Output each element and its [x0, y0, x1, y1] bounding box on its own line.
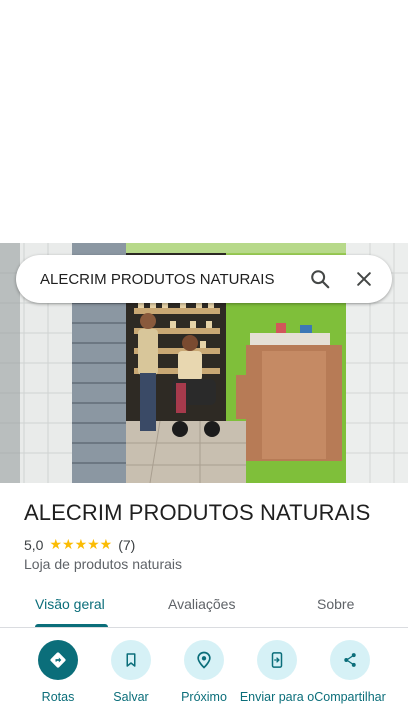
save-button[interactable]: Salvar — [93, 640, 169, 704]
save-label: Salvar — [113, 690, 149, 704]
tab-overview[interactable]: Visão geral — [35, 596, 105, 612]
rating-row[interactable]: 5,0 ★★★★★ (7) — [24, 536, 135, 553]
share-icon — [344, 653, 356, 667]
directions-label: Rotas — [41, 690, 75, 704]
search-icon — [311, 270, 330, 289]
search-bar[interactable]: ALECRIM PRODUTOS NATURAIS — [16, 255, 392, 303]
directions-button[interactable]: Rotas — [20, 640, 96, 704]
place-title: ALECRIM PRODUTOS NATURAIS — [24, 500, 371, 525]
tab-about[interactable]: Sobre — [317, 596, 354, 612]
close-icon — [357, 272, 371, 286]
tab-indicator — [35, 624, 108, 627]
reviews-count: (7) — [118, 536, 136, 553]
star-rating-icon: ★★★★★ — [49, 536, 113, 552]
nearby-icon — [197, 651, 211, 669]
send-to-phone-icon — [271, 652, 283, 668]
place-category[interactable]: Loja de produtos naturais — [24, 556, 182, 572]
nearby-button[interactable]: Próximo — [166, 640, 242, 704]
nearby-label: Próximo — [181, 690, 227, 704]
send-to-phone-button[interactable]: Enviar para o — [239, 640, 315, 704]
close-button[interactable] — [342, 255, 386, 303]
search-button[interactable] — [298, 255, 342, 303]
tab-bar: Visão geral Avaliações Sobre — [0, 580, 408, 628]
directions-icon — [50, 652, 66, 668]
share-button[interactable]: Compartilhar — [312, 640, 388, 704]
share-label: Compartilhar — [314, 690, 386, 704]
rating-value: 5,0 — [24, 536, 44, 553]
search-input[interactable]: ALECRIM PRODUTOS NATURAIS — [16, 271, 298, 288]
bookmark-icon — [126, 653, 136, 667]
send-to-phone-label: Enviar para o — [239, 690, 315, 704]
action-bar: Rotas Salvar Próximo Enviar para o Compa… — [0, 640, 408, 726]
tab-reviews[interactable]: Avaliações — [168, 596, 235, 612]
